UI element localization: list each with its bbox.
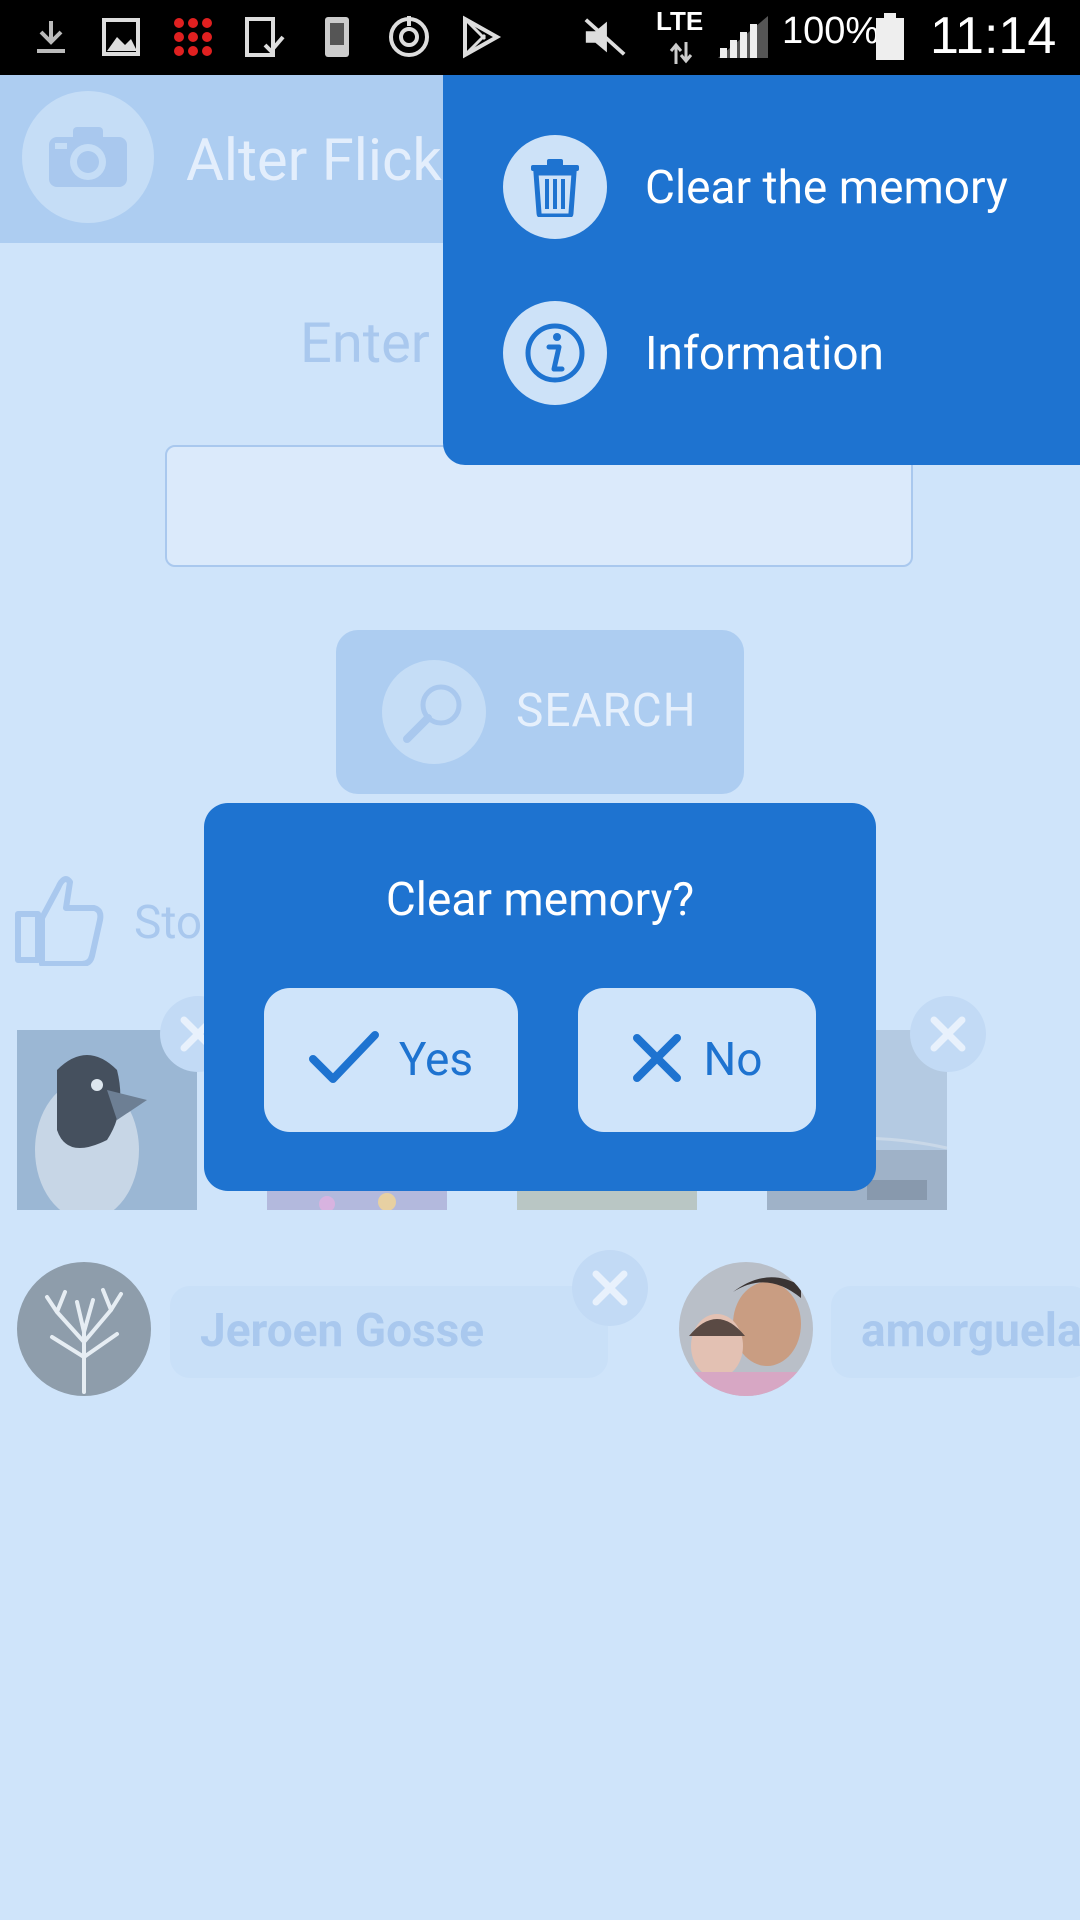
tablet-check-icon — [242, 14, 288, 60]
mute-icon — [582, 14, 628, 60]
device-icon — [314, 14, 360, 60]
clock: 11:14 — [930, 7, 1057, 65]
overflow-menu: Clear the memory Information — [443, 75, 1080, 465]
app-title: Alter Flick — [186, 127, 442, 195]
user-name: Jeroen Gosse — [200, 1304, 485, 1358]
dialog-title: Clear memory? — [385, 873, 695, 927]
check-icon — [308, 1031, 379, 1089]
confirm-dialog: Clear memory? Yes No — [204, 803, 876, 1191]
app-grid-icon — [170, 14, 216, 60]
battery-icon — [872, 13, 908, 60]
download-icon — [28, 14, 74, 60]
sync-icon — [386, 14, 432, 60]
user-name: amorguela — [861, 1304, 1080, 1358]
search-icon — [382, 660, 486, 764]
menu-item-label: Clear the memory — [645, 161, 1008, 215]
user-chip[interactable]: Jeroen Gosse — [170, 1286, 608, 1378]
data-arrows-icon — [666, 38, 696, 68]
user-avatar[interactable] — [17, 1262, 151, 1396]
remove-photo-button[interactable] — [910, 996, 986, 1072]
camera-icon[interactable] — [22, 91, 154, 223]
enter-label: Enter — [300, 310, 430, 376]
user-avatar[interactable] — [679, 1262, 813, 1396]
remove-user-button[interactable] — [572, 1250, 648, 1326]
status-bar: LTE 100% 11:14 — [0, 0, 1080, 75]
info-icon — [503, 301, 607, 405]
stored-section-label: Sto — [134, 896, 203, 950]
menu-item-clear-memory[interactable]: Clear the memory — [503, 135, 1063, 245]
photo-thumbnail[interactable] — [267, 1190, 447, 1210]
battery-percent: 100% — [782, 10, 880, 52]
yes-button-label: Yes — [398, 1033, 474, 1087]
menu-item-label: Information — [645, 327, 884, 381]
trash-icon — [503, 135, 607, 239]
network-type: LTE — [656, 6, 704, 36]
play-store-icon — [458, 14, 504, 60]
yes-button[interactable]: Yes — [264, 988, 518, 1132]
close-icon — [631, 1032, 683, 1088]
signal-icon — [716, 14, 770, 60]
image-icon — [98, 14, 144, 60]
photo-thumbnail[interactable] — [517, 1190, 697, 1210]
search-button[interactable]: SEARCH — [336, 630, 744, 794]
no-button-label: No — [703, 1033, 763, 1087]
menu-item-information[interactable]: Information — [503, 301, 1063, 411]
no-button[interactable]: No — [578, 988, 816, 1132]
user-chip[interactable]: amorguela — [831, 1286, 1080, 1378]
thumbs-up-icon — [14, 870, 104, 970]
search-button-label: SEARCH — [516, 684, 697, 738]
